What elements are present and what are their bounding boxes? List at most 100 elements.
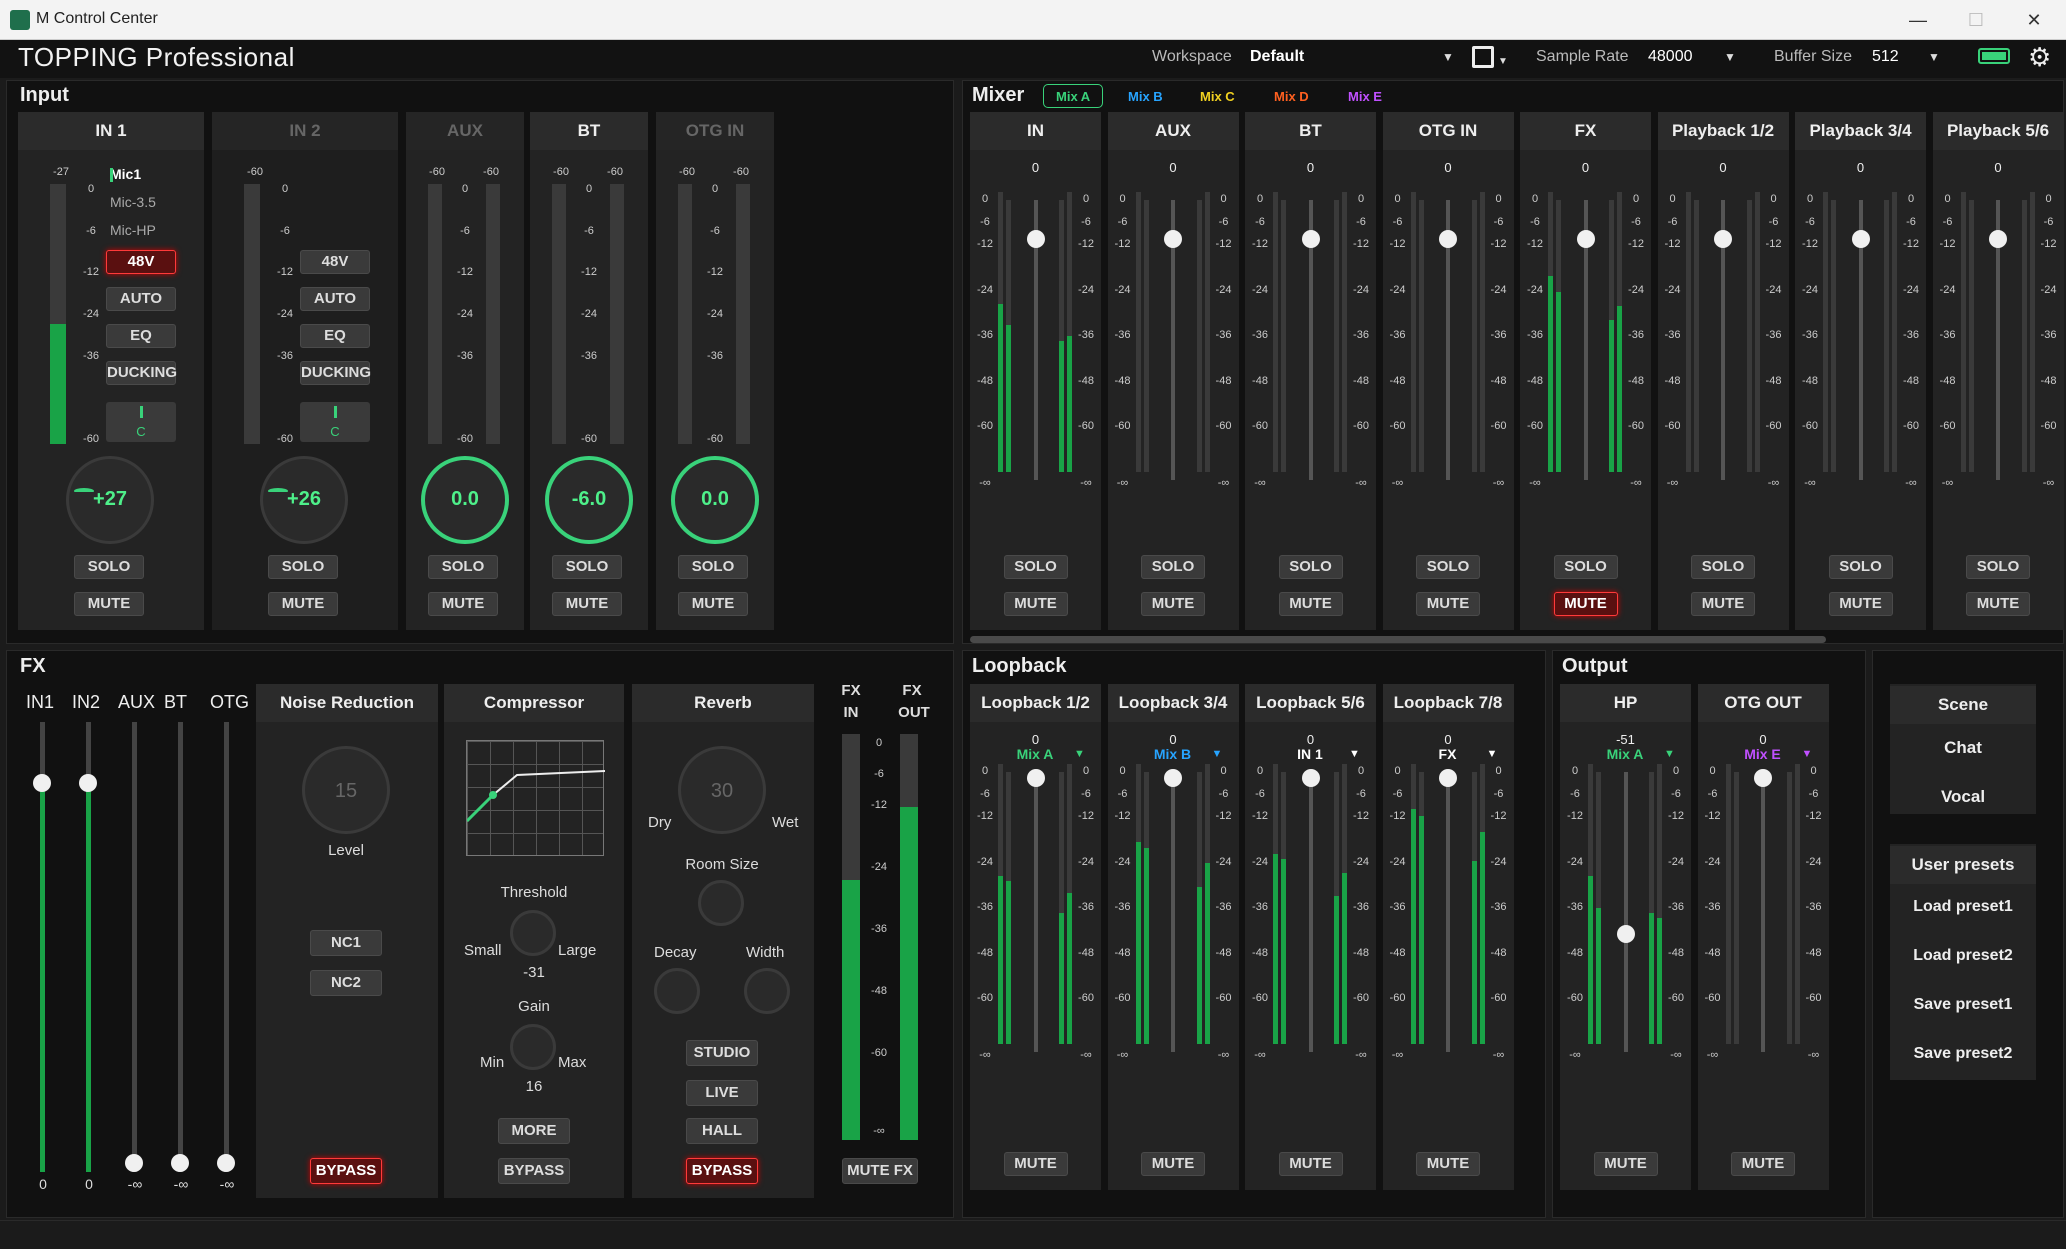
input-auto-button[interactable]: AUTO bbox=[300, 287, 370, 311]
chevron-down-icon[interactable]: ▼ bbox=[1487, 748, 1498, 760]
solo-button[interactable]: SOLO bbox=[678, 555, 748, 579]
live-button[interactable]: LIVE bbox=[686, 1080, 758, 1106]
fx-send-handle[interactable] bbox=[33, 774, 51, 792]
chevron-down-icon[interactable]: ▼ bbox=[1349, 748, 1360, 760]
input-source-option[interactable]: Mic1 bbox=[110, 166, 141, 182]
pan-handle[interactable] bbox=[334, 406, 337, 418]
input-eq-button[interactable]: EQ bbox=[106, 324, 176, 348]
preset-item[interactable]: Save preset2 bbox=[1890, 1045, 2036, 1063]
fader-handle[interactable] bbox=[1164, 768, 1182, 787]
input-48v-button[interactable]: 48V bbox=[300, 250, 370, 274]
scene-item[interactable]: Vocal bbox=[1890, 787, 2036, 807]
output-source-select[interactable]: Mix E bbox=[1728, 746, 1798, 762]
solo-button[interactable]: SOLO bbox=[552, 555, 622, 579]
solo-button[interactable]: SOLO bbox=[1003, 555, 1068, 579]
mute-button[interactable]: MUTE bbox=[1278, 1152, 1343, 1176]
fader-handle[interactable] bbox=[1616, 925, 1635, 944]
mute-button[interactable]: MUTE bbox=[1141, 592, 1205, 616]
minimize-button[interactable]: — bbox=[1898, 6, 1938, 34]
mixer-scrollbar[interactable] bbox=[970, 636, 1826, 643]
mute-button[interactable]: MUTE bbox=[1416, 1152, 1480, 1176]
mute-button[interactable]: MUTE bbox=[1553, 592, 1618, 616]
chevron-down-icon[interactable]: ▼ bbox=[1664, 748, 1675, 760]
mute-button[interactable]: MUTE bbox=[1003, 592, 1068, 616]
mute-button[interactable]: MUTE bbox=[1278, 592, 1343, 616]
mute-button[interactable]: MUTE bbox=[1141, 1152, 1205, 1176]
fx-send-handle[interactable] bbox=[79, 774, 97, 792]
mixer-tab-mix-c[interactable]: Mix C bbox=[1200, 89, 1235, 104]
mute-button[interactable]: MUTE bbox=[1416, 592, 1480, 616]
mixer-tab-mix-d[interactable]: Mix D bbox=[1274, 89, 1309, 104]
threshold-knob[interactable] bbox=[510, 910, 556, 956]
loopback-source-select[interactable]: IN 1 bbox=[1275, 746, 1345, 762]
solo-button[interactable]: SOLO bbox=[74, 555, 144, 579]
fader-handle[interactable] bbox=[1301, 768, 1320, 787]
solo-button[interactable]: SOLO bbox=[1416, 555, 1480, 579]
fader-handle[interactable] bbox=[1851, 230, 1870, 249]
sample-rate-select[interactable]: 48000 bbox=[1648, 48, 1693, 66]
more-button[interactable]: MORE bbox=[498, 1118, 570, 1144]
nr-bypass-button[interactable]: BYPASS bbox=[310, 1158, 382, 1184]
preset-item[interactable]: Load preset2 bbox=[1890, 947, 2036, 965]
chevron-down-icon[interactable]: ▼ bbox=[1074, 748, 1085, 760]
mute-button[interactable]: MUTE bbox=[74, 592, 144, 616]
width-knob[interactable] bbox=[744, 968, 790, 1014]
maximize-button[interactable]: ☐ bbox=[1956, 6, 1996, 34]
input-source-option[interactable]: Mic-HP bbox=[110, 222, 156, 238]
chevron-down-icon[interactable]: ▼ bbox=[1724, 50, 1736, 64]
fader-handle[interactable] bbox=[1576, 230, 1595, 249]
solo-button[interactable]: SOLO bbox=[428, 555, 498, 579]
fader-handle[interactable] bbox=[1439, 768, 1457, 787]
mute-button[interactable]: MUTE bbox=[552, 592, 622, 616]
mute-button[interactable]: MUTE bbox=[1593, 1152, 1658, 1176]
fader-handle[interactable] bbox=[1026, 230, 1045, 249]
solo-button[interactable]: SOLO bbox=[1141, 555, 1205, 579]
scene-item[interactable]: Chat bbox=[1890, 738, 2036, 758]
preset-item[interactable]: Save preset1 bbox=[1890, 996, 2036, 1014]
mute-button[interactable]: MUTE bbox=[678, 592, 748, 616]
solo-button[interactable]: SOLO bbox=[268, 555, 338, 579]
input-ducking-button[interactable]: DUCKING bbox=[106, 361, 177, 385]
mute-button[interactable]: MUTE bbox=[1731, 1152, 1795, 1176]
mixer-tab-mix-e[interactable]: Mix E bbox=[1348, 89, 1382, 104]
comp-bypass-button[interactable]: BYPASS bbox=[498, 1158, 570, 1184]
fader-handle[interactable] bbox=[1754, 768, 1772, 787]
input-auto-button[interactable]: AUTO bbox=[106, 287, 176, 311]
mute-button[interactable]: MUTE bbox=[1966, 592, 2030, 616]
loopback-source-select[interactable]: Mix A bbox=[1000, 746, 1070, 762]
solo-button[interactable]: SOLO bbox=[1828, 555, 1893, 579]
room-size-knob[interactable] bbox=[698, 880, 744, 926]
fx-send-handle[interactable] bbox=[217, 1154, 235, 1172]
hall-button[interactable]: HALL bbox=[686, 1118, 758, 1144]
nc2-button[interactable]: NC2 bbox=[310, 970, 382, 996]
input-eq-button[interactable]: EQ bbox=[300, 324, 370, 348]
input-source-option[interactable]: Mic-3.5 bbox=[110, 194, 156, 210]
solo-button[interactable]: SOLO bbox=[1966, 555, 2030, 579]
studio-button[interactable]: STUDIO bbox=[686, 1040, 758, 1066]
loopback-source-select[interactable]: Mix B bbox=[1138, 746, 1208, 762]
chevron-down-icon[interactable]: ▼ bbox=[1928, 50, 1940, 64]
fx-send-handle[interactable] bbox=[125, 1154, 143, 1172]
chevron-down-icon[interactable]: ▼ bbox=[1802, 748, 1813, 760]
mixer-tab-mix-b[interactable]: Mix B bbox=[1128, 89, 1163, 104]
mute-button[interactable]: MUTE bbox=[1691, 592, 1755, 616]
solo-button[interactable]: SOLO bbox=[1278, 555, 1343, 579]
mute-button[interactable]: MUTE bbox=[1003, 1152, 1068, 1176]
buffer-size-select[interactable]: 512 bbox=[1872, 48, 1899, 66]
save-icon[interactable] bbox=[1472, 46, 1494, 68]
output-source-select[interactable]: Mix A bbox=[1590, 746, 1660, 762]
comp-gain-knob[interactable] bbox=[510, 1024, 556, 1070]
loopback-source-select[interactable]: FX bbox=[1413, 746, 1483, 762]
mute-button[interactable]: MUTE bbox=[1828, 592, 1893, 616]
chevron-down-icon[interactable]: ▼ bbox=[1442, 50, 1454, 64]
solo-button[interactable]: SOLO bbox=[1553, 555, 1618, 579]
solo-button[interactable]: SOLO bbox=[1691, 555, 1755, 579]
fader-handle[interactable] bbox=[1301, 230, 1320, 249]
chevron-down-icon[interactable]: ▼ bbox=[1498, 56, 1508, 67]
mute-fx-button[interactable]: MUTE FX bbox=[842, 1158, 918, 1184]
mute-button[interactable]: MUTE bbox=[428, 592, 498, 616]
reverb-bypass-button[interactable]: BYPASS bbox=[686, 1158, 758, 1184]
mixer-tab-mix-a[interactable]: Mix A bbox=[1056, 89, 1090, 104]
chevron-down-icon[interactable]: ▼ bbox=[1212, 748, 1223, 760]
nc1-button[interactable]: NC1 bbox=[310, 930, 382, 956]
